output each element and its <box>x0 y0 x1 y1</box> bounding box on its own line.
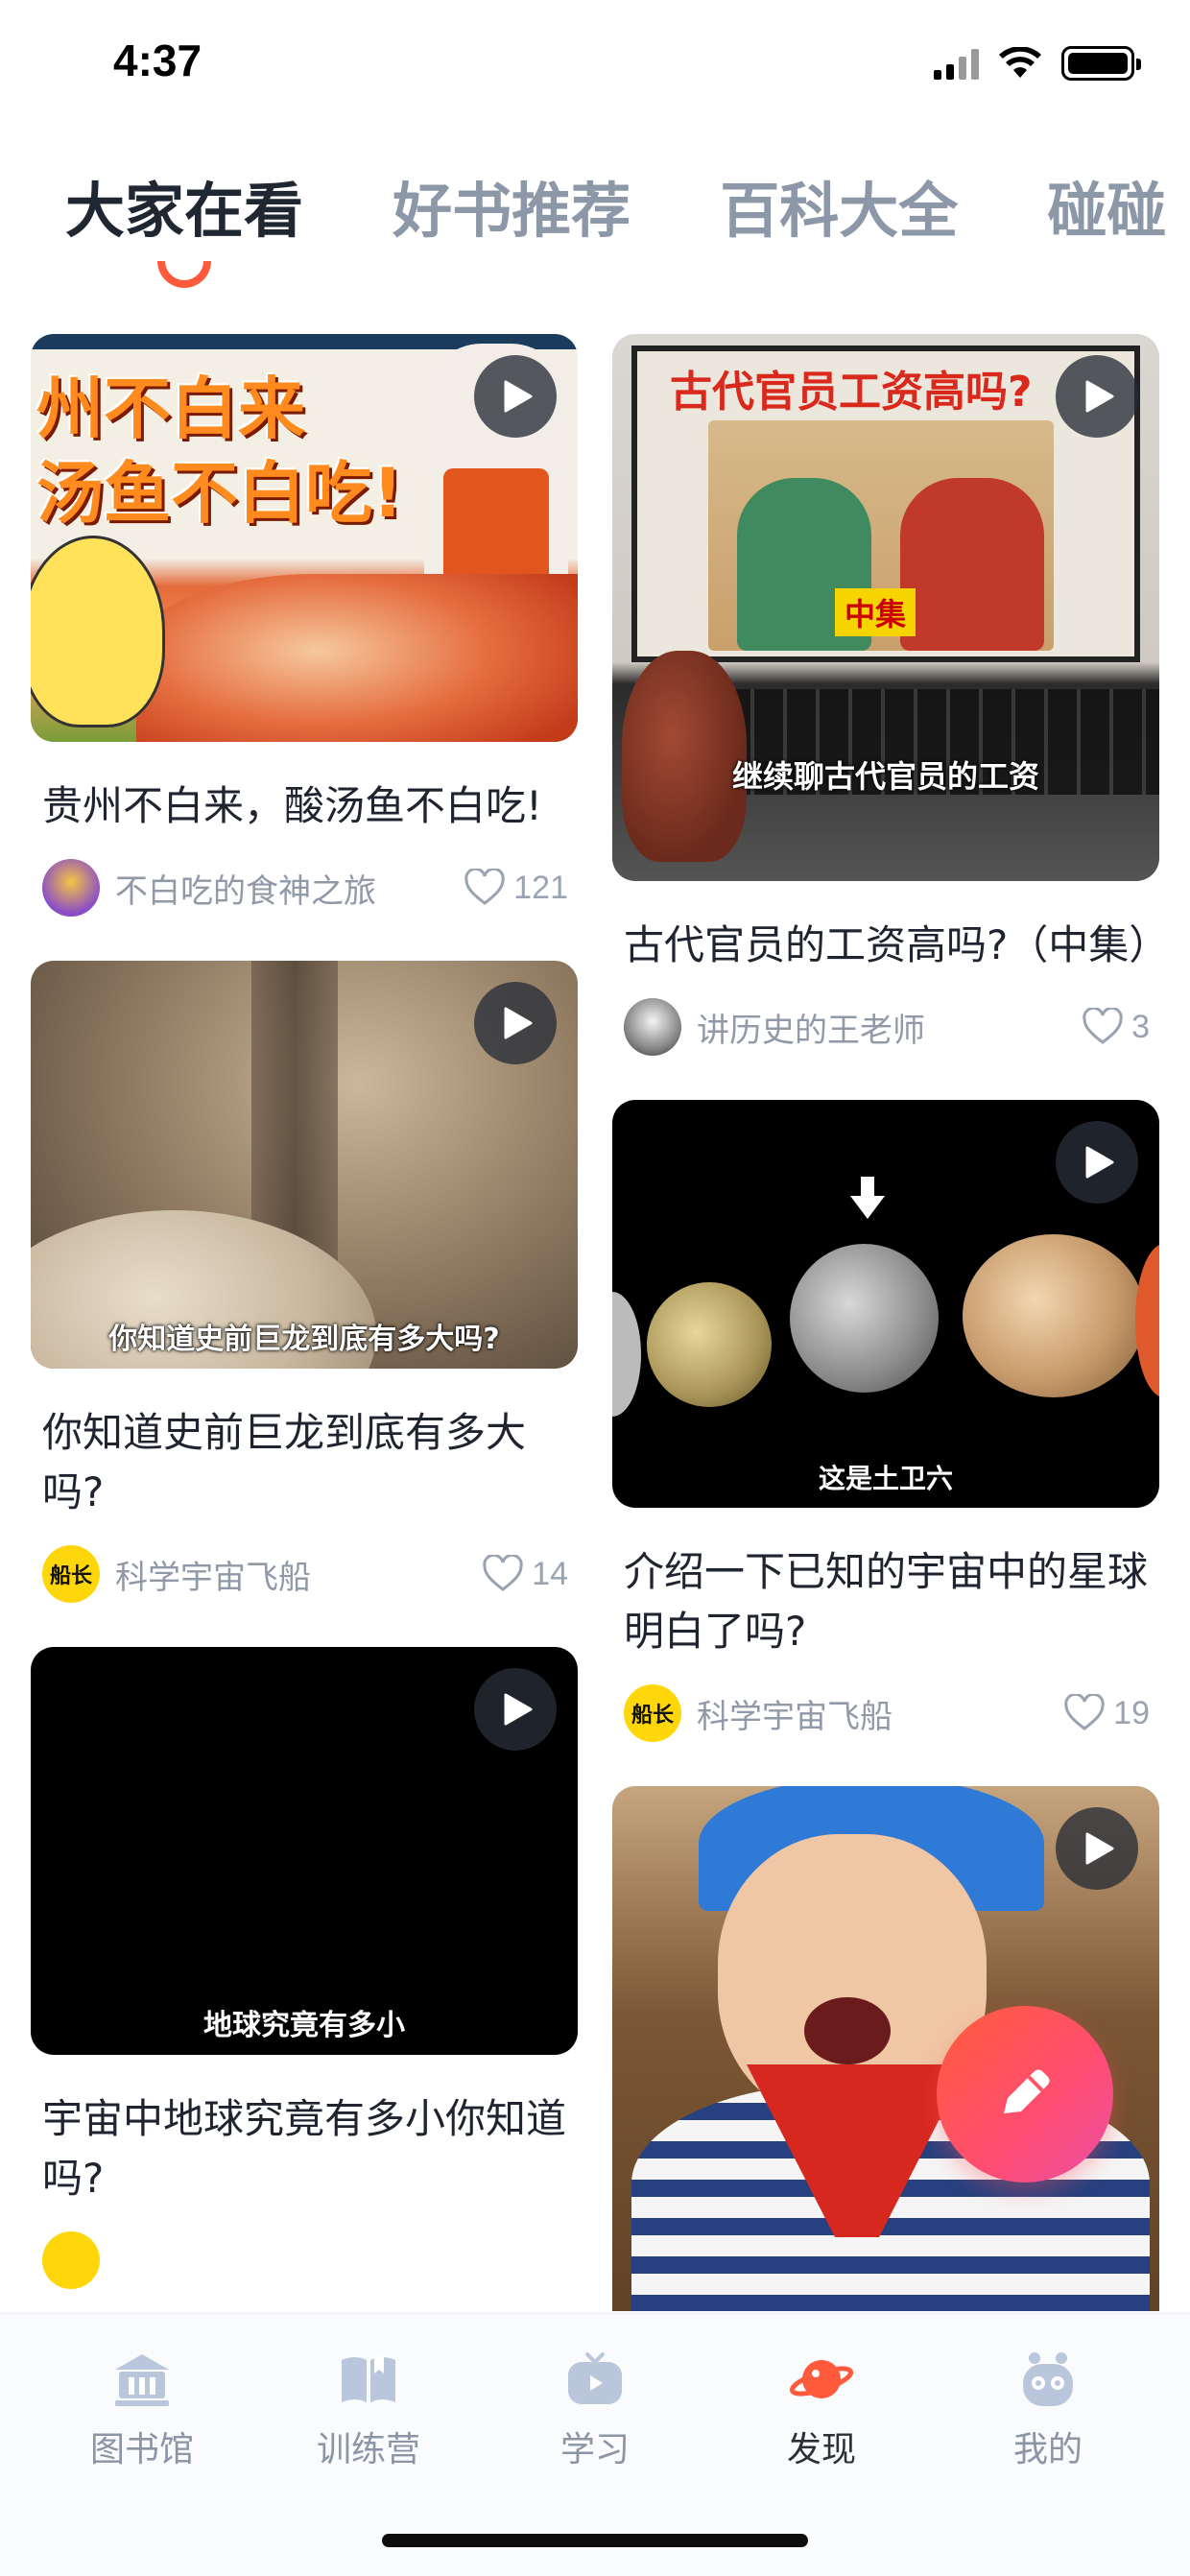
status-icons <box>934 46 1141 81</box>
category-tabs: 大家在看 好书推荐 百科大全 碰碰 <box>65 173 1190 307</box>
video-thumbnail[interactable]: 古代官员工资高吗? 中集 继续聊古代官员的工资 <box>612 334 1159 881</box>
author-name[interactable]: 不白吃的食神之旅 <box>115 865 464 912</box>
like-button[interactable]: 14 <box>482 1555 568 1593</box>
author-name[interactable]: 讲历史的王老师 <box>697 1004 1082 1051</box>
video-card[interactable]: 你知道史前巨龙到底有多大吗? 你知道史前巨龙到底有多大吗? 船长 科学宇宙飞船 … <box>31 961 578 1609</box>
nav-label: 学习 <box>559 2430 630 2469</box>
video-title[interactable]: 介绍一下已知的宇宙中的星球明白了吗? <box>612 1508 1159 1661</box>
thumbnail-text: 汤鱼不白吃! <box>36 454 403 533</box>
nav-discover[interactable]: 发现 <box>726 2345 917 2471</box>
video-meta: 船长 科学宇宙飞船 19 <box>612 1661 1159 1748</box>
video-thumbnail[interactable]: 州不白来 汤鱼不白吃! <box>31 334 578 742</box>
nav-label: 图书馆 <box>89 2430 194 2469</box>
tv-icon <box>560 2345 630 2414</box>
author-name[interactable]: 科学宇宙飞船 <box>115 1551 482 1598</box>
battery-icon <box>1061 46 1141 81</box>
video-caption: 这是土卫六 <box>818 1463 953 1494</box>
cellular-signal-icon <box>934 47 979 80</box>
tab-more[interactable]: 碰碰 <box>1047 173 1166 250</box>
book-icon <box>334 2345 403 2414</box>
avatar[interactable] <box>42 859 100 917</box>
planet-icon <box>787 2345 856 2414</box>
tab-label: 大家在看 <box>65 176 304 246</box>
tab-encyclopedia[interactable]: 百科大全 <box>720 173 958 250</box>
heart-icon <box>1064 1694 1105 1730</box>
video-card[interactable]: 古代官员工资高吗? 中集 继续聊古代官员的工资 古代官员的工资高吗?（中集） 讲… <box>612 334 1159 1061</box>
like-button[interactable]: 19 <box>1063 1694 1150 1732</box>
video-caption: 地球究竟有多小 <box>203 2009 405 2042</box>
wifi-icon <box>999 47 1041 78</box>
play-icon[interactable] <box>1056 1807 1138 1890</box>
home-indicator <box>382 2534 808 2547</box>
avatar[interactable]: 船长 <box>624 1684 681 1742</box>
heart-icon <box>1083 1008 1123 1044</box>
video-title[interactable]: 宇宙中地球究竟有多小你知道吗? <box>31 2055 578 2208</box>
video-caption: 继续聊古代官员的工资 <box>731 758 1039 795</box>
nav-training-camp[interactable]: 训练营 <box>273 2345 464 2471</box>
mascot-illustration <box>31 536 165 727</box>
nav-label: 发现 <box>786 2430 856 2469</box>
heart-icon <box>483 1555 523 1591</box>
pencil-icon <box>1004 2069 1050 2113</box>
thumbnail-text: 州不白来 <box>36 370 305 448</box>
tab-label: 碰碰 <box>1047 176 1167 246</box>
nav-label: 训练营 <box>316 2430 420 2469</box>
video-thumbnail[interactable]: 你知道史前巨龙到底有多大吗? <box>31 961 578 1369</box>
play-icon[interactable] <box>1056 355 1138 438</box>
like-button[interactable]: 121 <box>464 869 568 907</box>
feed-column-left: 州不白来 汤鱼不白吃! 贵州不白来，酸汤鱼不白吃! 不白吃的食神之旅 121 你… <box>31 334 578 2311</box>
like-button[interactable]: 3 <box>1082 1008 1150 1046</box>
tab-label: 好书推荐 <box>393 176 631 246</box>
thumbnail-text: 古代官员工资高吗? <box>670 368 1033 417</box>
video-meta: 不白吃的食神之旅 121 <box>31 836 578 922</box>
video-title[interactable]: 古代官员的工资高吗?（中集） <box>612 881 1159 975</box>
nav-mine[interactable]: 我的 <box>952 2345 1144 2471</box>
like-count: 3 <box>1131 1008 1150 1045</box>
tab-book-recommendations[interactable]: 好书推荐 <box>393 173 631 250</box>
feed-column-right: 古代官员工资高吗? 中集 继续聊古代官员的工资 古代官员的工资高吗?（中集） 讲… <box>612 334 1159 2311</box>
active-tab-indicator <box>157 261 211 288</box>
nav-study[interactable]: 学习 <box>499 2345 691 2471</box>
play-icon[interactable] <box>474 1668 557 1751</box>
video-card[interactable]: 这是土卫六 介绍一下已知的宇宙中的星球明白了吗? 船长 科学宇宙飞船 19 <box>612 1100 1159 1748</box>
play-icon[interactable] <box>474 982 557 1064</box>
video-meta: 船长 科学宇宙飞船 14 <box>31 1522 578 1609</box>
avatar[interactable] <box>624 998 681 1056</box>
video-thumbnail[interactable]: 这是土卫六 <box>612 1100 1159 1508</box>
play-icon[interactable] <box>474 355 557 438</box>
like-count: 14 <box>532 1555 568 1592</box>
video-title[interactable]: 贵州不白来，酸汤鱼不白吃! <box>31 742 578 836</box>
tab-everyone-watching[interactable]: 大家在看 <box>65 173 304 288</box>
author-name[interactable]: 科学宇宙飞船 <box>697 1690 1063 1737</box>
tab-label: 百科大全 <box>720 176 959 246</box>
avatar-text: 船长 <box>49 1564 92 1588</box>
nav-library[interactable]: 图书馆 <box>46 2345 238 2471</box>
create-post-button[interactable] <box>937 2006 1113 2182</box>
video-card[interactable]: 州不白来 汤鱼不白吃! 贵州不白来，酸汤鱼不白吃! 不白吃的食神之旅 121 <box>31 334 578 922</box>
video-caption: 你知道史前巨龙到底有多大吗? <box>108 1323 500 1356</box>
avatar[interactable]: 船长 <box>42 1545 100 1603</box>
video-card[interactable]: 地球究竟有多小 宇宙中地球究竟有多小你知道吗? <box>31 1647 578 2295</box>
video-thumbnail[interactable]: 地球究竟有多小 <box>31 1647 578 2055</box>
status-time: 4:37 <box>113 36 202 85</box>
like-count: 19 <box>1113 1694 1150 1731</box>
like-count: 121 <box>513 869 568 906</box>
avatar[interactable] <box>42 2231 100 2289</box>
video-title[interactable]: 你知道史前巨龙到底有多大吗? <box>31 1369 578 1522</box>
avatar-text: 船长 <box>631 1704 674 1728</box>
status-bar: 4:37 <box>0 0 1190 125</box>
robot-icon <box>1013 2345 1083 2414</box>
video-meta: 讲历史的王老师 3 <box>612 975 1159 1061</box>
nav-label: 我的 <box>1012 2430 1083 2469</box>
video-meta <box>31 2208 578 2295</box>
play-icon[interactable] <box>1056 1121 1138 1204</box>
thumbnail-badge: 中集 <box>835 588 916 636</box>
heart-icon <box>464 869 505 905</box>
library-icon <box>107 2345 177 2414</box>
